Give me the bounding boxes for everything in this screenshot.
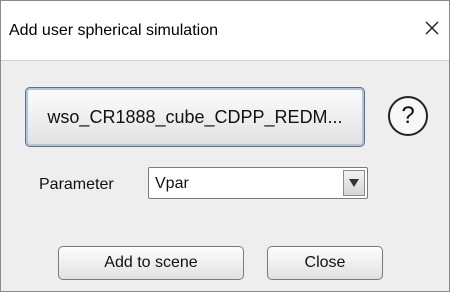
title-bar: Add user spherical simulation (1, 1, 449, 61)
close-icon (425, 21, 439, 35)
simulation-file-button[interactable]: wso_CR1888_cube_CDPP_REDM... (25, 87, 365, 147)
help-button[interactable]: ? (388, 96, 428, 136)
dialog-title: Add user spherical simulation (9, 22, 218, 39)
add-to-scene-button[interactable]: Add to scene (58, 246, 244, 280)
chevron-down-icon (349, 179, 359, 187)
add-simulation-dialog: Add user spherical simulation wso_CR1888… (0, 0, 450, 292)
dropdown-button[interactable] (343, 170, 365, 196)
close-window-button[interactable] (419, 15, 445, 41)
close-button[interactable]: Close (267, 246, 383, 280)
parameter-select-value: Vpar (155, 175, 189, 192)
parameter-select[interactable]: Vpar (148, 167, 368, 199)
parameter-label: Parameter (39, 176, 114, 193)
help-icon: ? (401, 102, 415, 129)
